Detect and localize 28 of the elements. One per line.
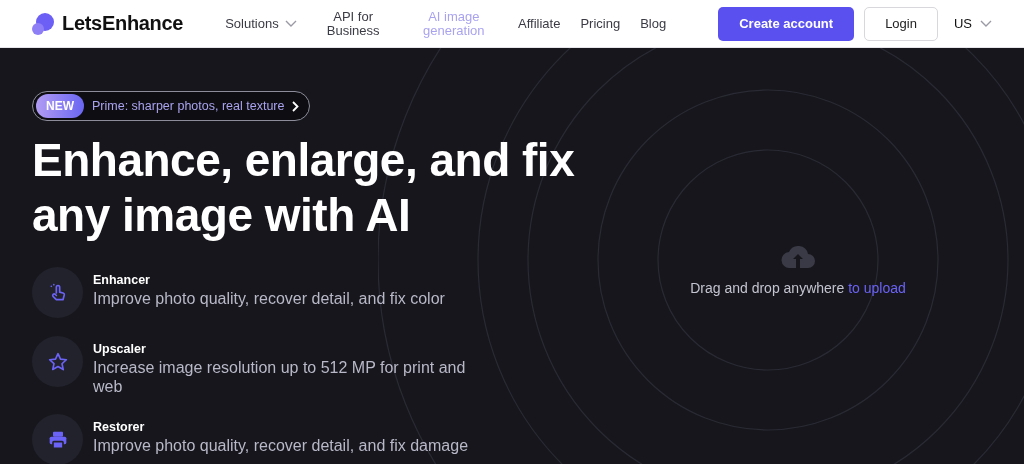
chevron-down-icon — [284, 19, 297, 28]
nav-link[interactable]: API for Business — [316, 9, 390, 38]
feature-description: Increase image resolution up to 512 MP for print and web — [93, 358, 467, 396]
login-button[interactable]: Login — [864, 6, 938, 41]
feature-title: Restorer — [93, 420, 146, 434]
nav-link[interactable]: Pricing — [580, 16, 621, 31]
feature-description: Improve photo quality, recover detail, and fix color — [93, 289, 446, 308]
feature-description: Improve photo quality, recover detail, and fix damage — [93, 436, 470, 455]
star-icon — [47, 351, 68, 372]
printer-icon — [47, 429, 68, 450]
new-tag: NEW — [36, 94, 84, 118]
chevron-right-icon — [292, 100, 300, 112]
hero-title: Enhance, enlarge, and fix any image with AI — [32, 133, 576, 243]
feature-title: Upscaler — [93, 342, 147, 356]
nav-link[interactable]: Affiliate — [518, 16, 561, 31]
nav-link[interactable]: Solutions — [225, 16, 297, 31]
logo-icon — [32, 12, 54, 35]
nav-link[interactable]: Blog — [640, 16, 667, 31]
create-account-button[interactable]: Create account — [718, 6, 855, 41]
region-selector[interactable]: US — [953, 16, 992, 31]
announcement-badge[interactable]: NEW Prime: sharper photos, real texture — [32, 91, 311, 121]
feature-title: Enhancer — [93, 273, 151, 287]
upload-link[interactable]: to upload — [848, 280, 906, 296]
logo-text: LetsEnhance — [62, 12, 184, 35]
badge-text: Prime: sharper photos, real texture — [92, 99, 285, 113]
upload-hint: Drag and drop anywhere to upload — [690, 280, 906, 296]
cloud-upload-icon — [781, 244, 815, 268]
chevron-down-icon — [980, 19, 992, 28]
